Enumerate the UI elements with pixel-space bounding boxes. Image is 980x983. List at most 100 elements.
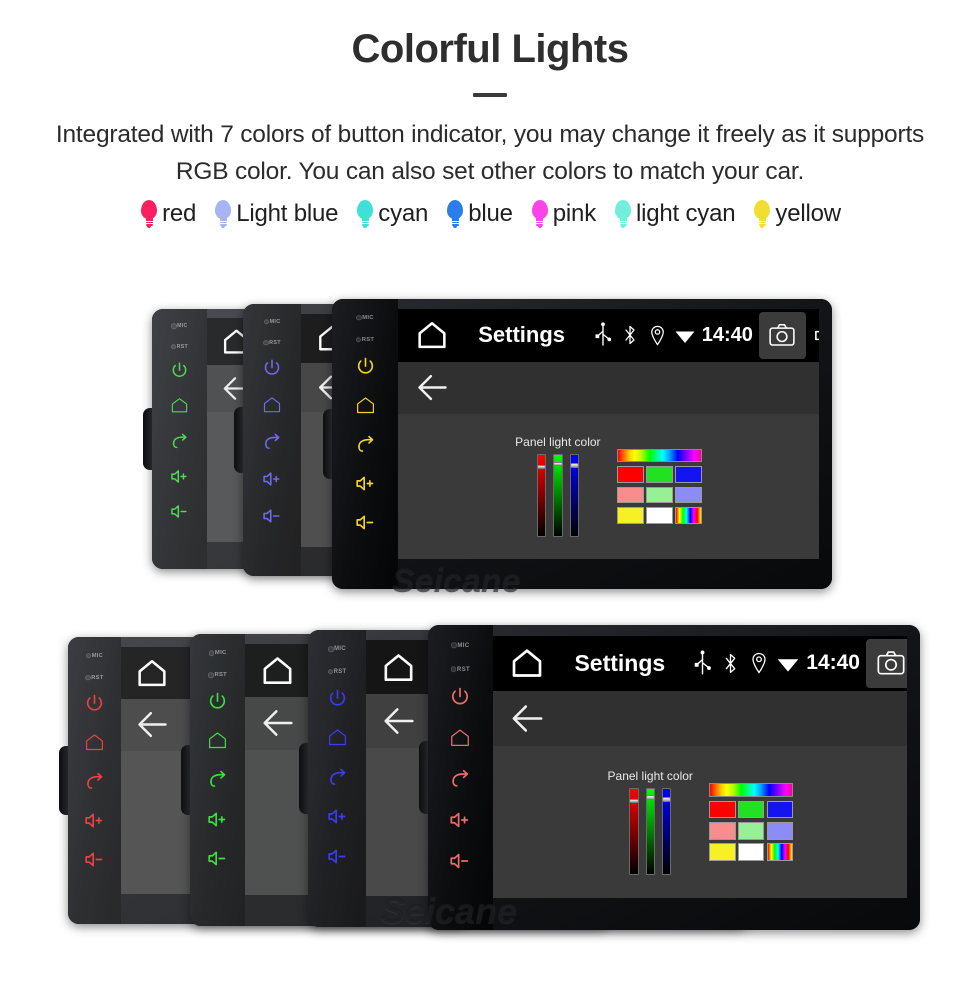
volume-up-icon[interactable] — [327, 806, 348, 827]
camera-icon[interactable] — [767, 320, 797, 350]
color-swatch[interactable] — [617, 466, 644, 483]
volume-down-icon[interactable] — [449, 850, 471, 872]
arrow-left-icon[interactable] — [507, 698, 548, 739]
slider-thumb[interactable] — [645, 795, 655, 801]
back-icon[interactable] — [327, 767, 348, 788]
camera-button[interactable] — [866, 638, 908, 688]
back-icon[interactable] — [84, 771, 105, 792]
slider-thumb[interactable] — [569, 463, 580, 468]
volume-icon[interactable] — [812, 320, 819, 351]
hue-gradient-bar[interactable] — [709, 783, 793, 797]
home-icon[interactable] — [355, 395, 376, 416]
color-swatch[interactable] — [766, 800, 793, 819]
green-slider[interactable] — [553, 454, 563, 538]
power-icon[interactable] — [207, 691, 228, 712]
power-icon[interactable] — [170, 361, 189, 380]
blue-slider[interactable] — [569, 454, 580, 538]
app-bar — [398, 361, 819, 414]
volume-down-icon[interactable] — [355, 512, 376, 533]
mic-label: MIC — [209, 650, 227, 656]
slider-thumb[interactable] — [536, 464, 547, 470]
mic-label: MIC — [451, 642, 469, 649]
left-button-bezel: MIC RST — [243, 304, 302, 576]
volume-up-icon[interactable] — [84, 810, 105, 831]
home-icon[interactable] — [507, 643, 547, 683]
home-icon[interactable] — [84, 732, 105, 753]
home-icon[interactable] — [413, 316, 451, 354]
slider-thumb[interactable] — [553, 461, 563, 467]
color-swatch[interactable] — [709, 822, 736, 840]
home-icon[interactable] — [207, 730, 228, 751]
mic-label: MIC — [356, 315, 374, 321]
volume-down-icon[interactable] — [207, 848, 228, 869]
arrow-left-icon[interactable] — [133, 705, 172, 744]
home-icon[interactable] — [449, 727, 471, 749]
legend-item-red: red — [139, 200, 196, 229]
power-icon[interactable] — [84, 693, 105, 714]
back-icon[interactable] — [262, 432, 282, 452]
arrow-left-icon[interactable] — [258, 703, 298, 743]
camera-button[interactable] — [759, 312, 806, 359]
mic-label: MIC — [171, 323, 187, 329]
blue-slider[interactable] — [661, 788, 672, 875]
rst-label: RST — [208, 672, 227, 678]
red-slider[interactable] — [536, 454, 547, 538]
volume-up-icon[interactable] — [262, 469, 282, 489]
power-icon[interactable] — [327, 688, 348, 709]
bulb-icon — [213, 200, 233, 229]
panel-light-color-settings: Panel light color — [493, 746, 907, 898]
color-swatch[interactable] — [738, 843, 765, 861]
home-icon[interactable] — [258, 651, 297, 690]
color-swatch[interactable] — [617, 486, 644, 504]
green-slider[interactable] — [645, 788, 655, 875]
color-swatch[interactable] — [766, 843, 793, 861]
home-icon[interactable] — [170, 396, 189, 415]
power-icon[interactable] — [262, 358, 282, 378]
color-swatch[interactable] — [646, 466, 673, 483]
home-icon[interactable] — [379, 648, 418, 687]
volume-down-icon[interactable] — [170, 502, 189, 521]
volume-up-icon[interactable] — [170, 467, 189, 486]
slider-thumb[interactable] — [629, 798, 639, 804]
usb-icon[interactable] — [687, 648, 718, 679]
volume-up-icon[interactable] — [355, 473, 376, 494]
color-swatch[interactable] — [675, 486, 702, 504]
arrow-left-icon[interactable] — [379, 701, 419, 741]
volume-down-icon[interactable] — [262, 506, 282, 526]
back-icon[interactable] — [449, 768, 471, 790]
arrow-left-icon[interactable] — [413, 368, 452, 407]
power-icon[interactable] — [355, 356, 376, 377]
home-icon[interactable] — [133, 654, 171, 692]
volume-down-icon[interactable] — [327, 846, 348, 867]
color-swatch[interactable] — [738, 800, 765, 819]
power-icon[interactable] — [449, 686, 471, 708]
red-slider[interactable] — [629, 788, 639, 875]
home-icon[interactable] — [262, 395, 282, 415]
home-icon[interactable] — [327, 727, 348, 748]
color-swatch[interactable] — [617, 507, 644, 524]
swatch-row — [617, 507, 702, 524]
back-icon[interactable] — [355, 434, 376, 455]
screen-content: Panel light color — [492, 745, 908, 898]
color-swatch[interactable] — [646, 486, 673, 504]
slider-track — [554, 455, 562, 537]
color-swatch[interactable] — [709, 843, 736, 861]
color-swatch[interactable] — [675, 466, 702, 483]
color-swatch[interactable] — [766, 822, 793, 840]
color-swatch[interactable] — [675, 507, 702, 524]
volume-up-icon[interactable] — [449, 809, 471, 831]
color-swatch[interactable] — [738, 822, 765, 840]
volume-up-icon[interactable] — [207, 809, 228, 830]
hue-gradient-bar[interactable] — [617, 448, 702, 463]
slider-thumb[interactable] — [661, 796, 672, 802]
back-icon[interactable] — [170, 432, 189, 451]
rst-label: RST — [328, 669, 347, 675]
camera-icon[interactable] — [875, 647, 907, 679]
back-icon[interactable] — [207, 769, 228, 790]
color-swatch[interactable] — [646, 507, 673, 524]
rst-label: RST — [171, 344, 188, 350]
left-button-bezel: MIC RST — [68, 637, 121, 924]
usb-icon[interactable] — [588, 320, 618, 350]
volume-down-icon[interactable] — [84, 849, 105, 870]
color-swatch[interactable] — [709, 800, 736, 819]
